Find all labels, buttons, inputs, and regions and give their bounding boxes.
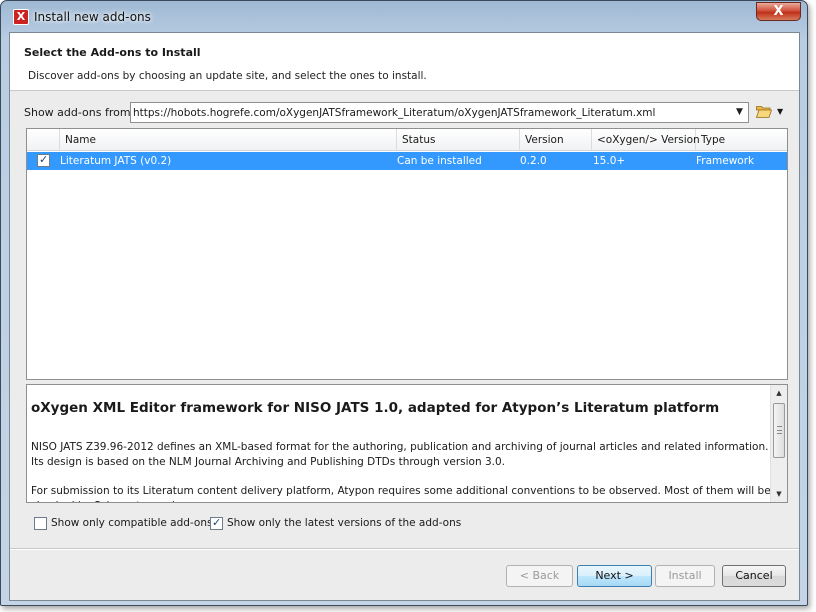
column-header-name[interactable]: Name (60, 129, 397, 150)
addon-version-cell: 0.2.0 (520, 155, 547, 167)
checkmark-icon: ✓ (212, 516, 222, 529)
addons-table[interactable]: Name Status Version <oXygen/> Version Ty… (26, 128, 788, 380)
table-row[interactable]: ✓ Literatum JATS (v0.2) Can be installed… (27, 152, 787, 170)
chevron-down-icon[interactable]: ▼ (731, 103, 748, 122)
scroll-up-icon[interactable]: ▲ (771, 385, 787, 401)
addon-status-cell: Can be installed (397, 155, 482, 167)
column-header-select[interactable] (27, 129, 60, 150)
cancel-button[interactable]: Cancel (722, 565, 786, 587)
close-button[interactable]: X (756, 2, 801, 21)
install-addons-window: X Install new add-ons X Select the Add-o… (0, 0, 808, 606)
chevron-down-icon[interactable]: ▼ (777, 107, 783, 116)
checkmark-icon: ✓ (39, 153, 49, 166)
column-header-version[interactable]: Version (520, 129, 592, 150)
page-title: Select the Add-ons to Install (24, 46, 201, 59)
addon-type-cell: Framework (696, 155, 755, 167)
page-description: Discover add-ons by choosing an update s… (28, 70, 427, 82)
window-title: Install new add-ons (34, 10, 151, 24)
dialog-content: Select the Add-ons to Install Discover a… (9, 32, 800, 601)
grip-icon (777, 426, 782, 434)
table-header: Name Status Version <oXygen/> Version Ty… (27, 129, 787, 151)
header-panel: Select the Add-ons to Install Discover a… (10, 33, 799, 91)
scroll-down-icon[interactable]: ▼ (771, 486, 787, 502)
addon-description-paragraph: For submission to its Literatum content … (31, 485, 771, 502)
next-button[interactable]: Next > (577, 565, 652, 587)
addon-name-cell: Literatum JATS (v0.2) (60, 155, 172, 167)
row-select-checkbox[interactable]: ✓ (37, 153, 50, 167)
column-header-status[interactable]: Status (397, 129, 520, 150)
column-header-oxygen-version[interactable]: <oXygen/> Version (592, 129, 700, 150)
latest-only-label[interactable]: Show only the latest versions of the add… (227, 517, 461, 529)
addon-description-panel: oXygen XML Editor framework for NISO JAT… (26, 384, 788, 503)
addon-description-title: oXygen XML Editor framework for NISO JAT… (31, 400, 720, 416)
compatible-only-checkbox[interactable] (34, 517, 47, 530)
scrollbar-thumb[interactable] (773, 403, 785, 458)
show-addons-from-label: Show add-ons from: (24, 106, 135, 119)
oxygen-app-icon: X (13, 9, 29, 25)
folder-open-icon[interactable] (756, 105, 772, 118)
browse-folder-button[interactable]: ▼ (754, 102, 786, 123)
button-bar-separator (10, 548, 799, 550)
update-site-url[interactable]: https://hobots.hogrefe.com/oXygenJATSfra… (133, 107, 655, 119)
column-header-type[interactable]: Type (696, 129, 789, 150)
title-bar[interactable]: X Install new add-ons X (1, 1, 807, 35)
addon-description-paragraph: NISO JATS Z39.96-2012 defines an XML-bas… (31, 441, 769, 468)
install-button[interactable]: Install (655, 565, 715, 587)
addon-oxygen-version-cell: 15.0+ (593, 155, 626, 167)
back-button[interactable]: < Back (506, 565, 573, 587)
description-scrollbar[interactable]: ▲ ▼ (770, 385, 787, 502)
latest-only-checkbox[interactable]: ✓ (210, 516, 223, 530)
update-site-url-combo[interactable]: https://hobots.hogrefe.com/oXygenJATSfra… (130, 102, 749, 123)
compatible-only-label[interactable]: Show only compatible add-ons (51, 517, 212, 529)
